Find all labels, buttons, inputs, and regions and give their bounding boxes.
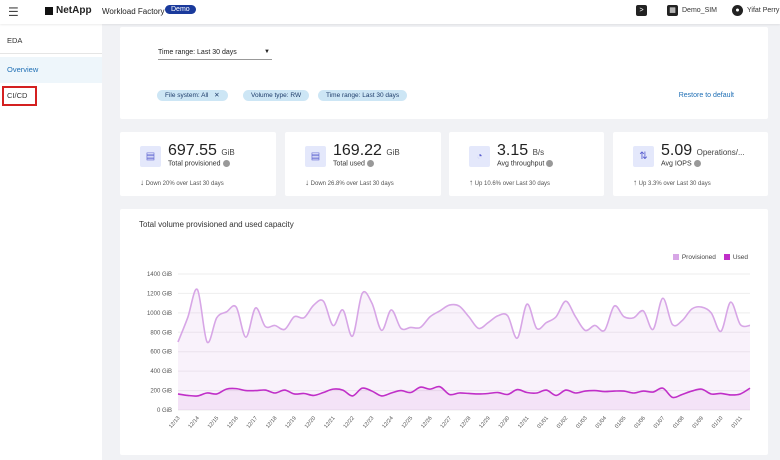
- stat-trend: ↓ Down 26.8% over Last 30 days: [305, 178, 394, 187]
- arrow-up-icon: ↑: [633, 178, 637, 187]
- stat-value: 3.15 B/s: [497, 142, 545, 159]
- stat-card-avg-iops: ⇅ 5.09 Operations/... Avg IOPS ↑ Up 3.3%…: [613, 132, 768, 196]
- x-tick-label: 12/17: [246, 415, 259, 429]
- x-tick-label: 01/08: [672, 415, 685, 429]
- sidebar-item-eda[interactable]: EDA: [0, 28, 102, 54]
- stat-label: Total provisioned: [168, 160, 230, 167]
- stat-value: 697.55 GiB: [168, 142, 235, 159]
- y-tick-label: 0 GiB: [157, 408, 172, 414]
- x-tick-label: 01/05: [614, 415, 627, 429]
- x-tick-label: 12/31: [517, 415, 530, 429]
- stat-card-avg-throughput: ◔ 3.15 B/s Avg throughput ↑ Up 10.6% ove…: [449, 132, 604, 196]
- time-range-value: Time range: Last 30 days: [158, 49, 237, 56]
- capacity-chart: 0 GiB 200 GiB 400 GiB 600 GiB 800 GiB 1000 Gi…: [147, 272, 751, 430]
- x-tick-label: 12/25: [401, 415, 414, 429]
- x-tick-label: 01/03: [575, 415, 588, 429]
- x-tick-label: 01/07: [653, 415, 666, 429]
- info-icon[interactable]: [693, 160, 701, 167]
- info-icon[interactable]: [222, 160, 230, 167]
- x-tick-label: 01/06: [633, 415, 646, 429]
- x-tick-label: 12/16: [226, 415, 239, 429]
- x-tick-label: 01/04: [595, 415, 608, 429]
- stat-label: Avg throughput: [497, 160, 554, 167]
- user-name: Yifat Perry: [747, 7, 780, 14]
- x-tick-label: 12/18: [265, 415, 278, 429]
- arrow-down-icon: ↓: [140, 178, 144, 187]
- building-icon: ▦: [667, 5, 678, 16]
- account-name: Demo_SIM: [682, 7, 718, 14]
- x-tick-label: 01/11: [731, 415, 744, 429]
- x-tick-label: 01/01: [536, 415, 549, 429]
- arrow-down-icon: ↓: [305, 178, 309, 187]
- x-tick-label: 12/14: [187, 415, 200, 429]
- y-tick-label: 600 GiB: [150, 350, 172, 356]
- stat-trend: ↑ Up 3.3% over Last 30 days: [633, 178, 711, 187]
- y-tick-label: 200 GiB: [150, 389, 172, 395]
- y-tick-label: 1400 GiB: [147, 272, 172, 278]
- storage-icon: ▤: [140, 146, 161, 167]
- sidebar-item-overview[interactable]: Overview: [0, 57, 102, 83]
- caret-down-icon: ▼: [264, 49, 270, 55]
- chip-file-system[interactable]: File system: All ✕: [157, 90, 228, 101]
- chip-label: File system: All: [165, 92, 209, 99]
- capacity-chart-card: Total volume provisioned and used capaci…: [120, 209, 768, 455]
- highlight-box: [2, 86, 37, 106]
- x-tick-label: 12/23: [362, 415, 375, 429]
- stat-value: 169.22 GiB: [333, 142, 400, 159]
- hamburger-icon[interactable]: ☰: [8, 5, 19, 19]
- close-icon[interactable]: ✕: [214, 92, 219, 99]
- chip-volume-type[interactable]: Volume type: RW: [243, 90, 310, 101]
- info-icon[interactable]: [366, 160, 374, 167]
- user-menu[interactable]: ● Yifat Perry: [732, 5, 779, 16]
- x-tick-label: 12/26: [420, 415, 433, 429]
- brand-name: NetApp: [56, 5, 92, 16]
- y-tick-label: 400 GiB: [150, 369, 172, 375]
- time-range-select[interactable]: Time range: Last 30 days ▼: [158, 49, 272, 60]
- arrows-updown-icon: ⇅: [633, 146, 654, 167]
- stat-trend: ↑ Up 10.6% over Last 30 days: [469, 178, 551, 187]
- filter-panel: Time range: Last 30 days ▼ File system: A…: [120, 27, 768, 119]
- info-icon[interactable]: [546, 160, 554, 167]
- x-tick-label: 12/15: [207, 415, 220, 429]
- stat-label: Total used: [333, 160, 374, 167]
- x-tick-label: 01/09: [692, 415, 705, 429]
- stat-value: 5.09 Operations/...: [661, 142, 745, 159]
- chip-time-range[interactable]: Time range: Last 30 days: [318, 90, 408, 101]
- x-tick-label: 12/21: [323, 415, 336, 429]
- y-tick-label: 800 GiB: [150, 330, 172, 336]
- x-tick-label: 12/27: [440, 415, 453, 429]
- restore-default-link[interactable]: Restore to default: [679, 92, 734, 99]
- demo-badge: Demo: [165, 5, 196, 14]
- netapp-logo[interactable]: NetApp: [45, 5, 92, 16]
- stat-trend: ↓ Down 20% over Last 30 days: [140, 178, 224, 187]
- x-tick-label: 12/29: [478, 415, 491, 429]
- x-tick-label: 12/19: [284, 415, 297, 429]
- x-tick-label: 12/24: [381, 415, 394, 429]
- stat-label: Avg IOPS: [661, 160, 701, 167]
- arrow-up-icon: ↑: [469, 178, 473, 187]
- x-tick-label: 12/28: [459, 415, 472, 429]
- account-selector[interactable]: ▦ Demo_SIM: [667, 5, 717, 16]
- gauge-icon: ◔: [469, 146, 490, 167]
- terminal-icon[interactable]: >: [636, 5, 647, 16]
- stat-card-total-used: ▤ 169.22 GiB Total used ↓ Down 26.8% ove…: [285, 132, 441, 196]
- x-tick-label: 01/02: [556, 415, 569, 429]
- x-tick-label: 12/13: [168, 415, 181, 429]
- y-tick-label: 1200 GiB: [147, 291, 172, 297]
- y-tick-label: 1000 GiB: [147, 311, 172, 317]
- stat-card-total-provisioned: ▤ 697.55 GiB Total provisioned ↓ Down 20…: [120, 132, 276, 196]
- x-tick-label: 01/10: [711, 415, 724, 429]
- x-tick-label: 12/30: [498, 415, 511, 429]
- product-name: Workload Factory: [102, 7, 165, 16]
- storage-icon: ▤: [305, 146, 326, 167]
- x-tick-label: 12/20: [304, 415, 317, 429]
- x-tick-label: 12/22: [343, 415, 356, 429]
- top-bar: ☰ NetApp Workload Factory Demo > ▦ Demo_S…: [0, 0, 780, 24]
- user-circle-icon: ●: [732, 5, 743, 16]
